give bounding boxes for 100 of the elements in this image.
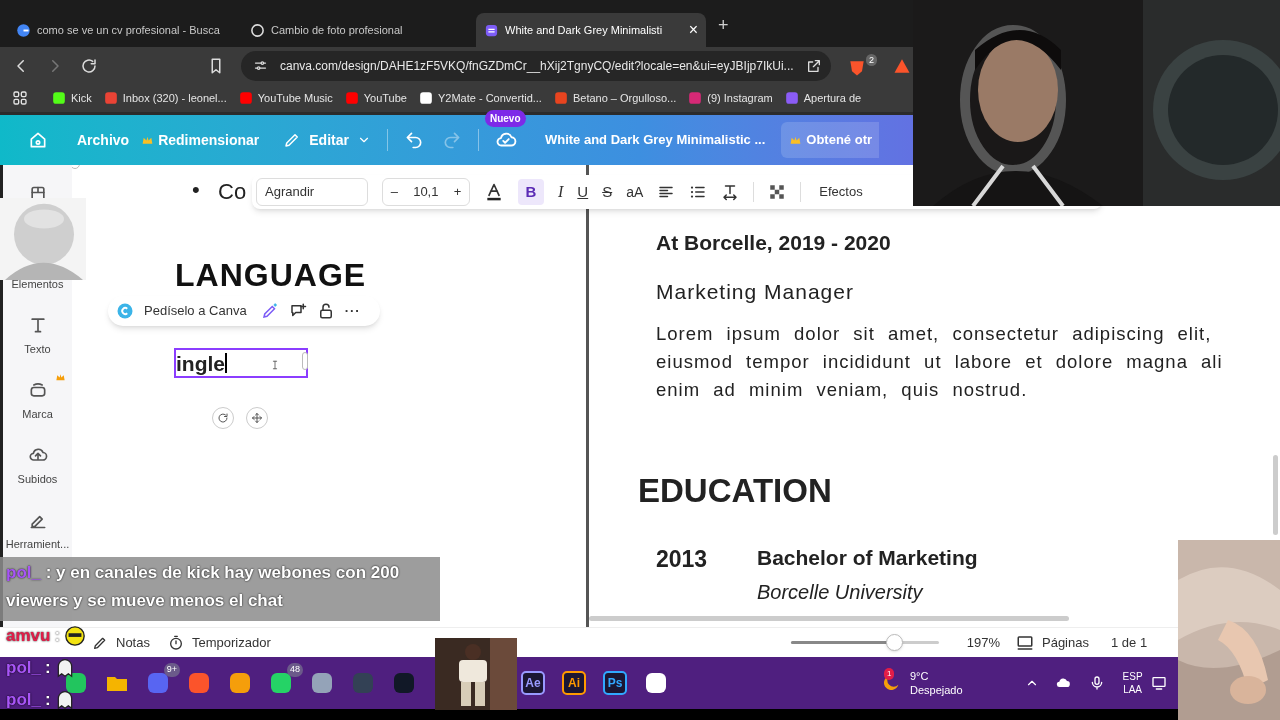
tab-title: como se ve un cv profesional - Busca: [37, 22, 220, 38]
underline-button[interactable]: U: [577, 180, 589, 204]
font-size-control[interactable]: – 10,1 +: [382, 178, 470, 206]
scrollbar[interactable]: [1273, 455, 1278, 535]
badge-count: 48: [287, 663, 303, 677]
paragraph-line: enim ad minim veniam, quis nostrud.: [656, 378, 1029, 402]
slider-thumb[interactable]: [886, 634, 904, 651]
zoom-value: 197%: [966, 633, 1000, 652]
paragraph-line: eiusmod tempor incididunt ut labore et dolore magna ali: [656, 350, 1224, 374]
bookmark-link[interactable]: Kick: [52, 89, 92, 107]
tab-favicon-icon: [16, 22, 31, 38]
italic-button[interactable]: I: [558, 180, 564, 204]
new-tab-button[interactable]: +: [718, 12, 729, 39]
undo-icon[interactable]: [403, 130, 424, 150]
badge-count: 2: [866, 53, 877, 66]
paragraph-line: Lorem ipsum dolor sit amet, consectetur adipiscing elit,: [656, 322, 1213, 346]
scrollbar[interactable]: [589, 616, 1069, 621]
app-icon[interactable]: [269, 671, 293, 695]
chat-separator: :: [44, 689, 51, 711]
sidebar-label[interactable]: Herramient...: [5, 536, 70, 553]
chat-message: pol_ : y en canales de kick hay webones con 200 viewers y se mueve menos el chat: [6, 562, 401, 612]
notes-button[interactable]: Notas: [92, 632, 150, 653]
spacing-icon[interactable]: [721, 183, 740, 201]
bullet-mark: •: [192, 176, 200, 204]
site-settings-icon[interactable]: [253, 58, 268, 73]
share-icon[interactable]: [805, 57, 822, 74]
timer-button[interactable]: Temporizador: [167, 632, 271, 653]
section-heading: EDUCATION: [638, 471, 832, 511]
weather-widget[interactable]: 1 9°C Despejado: [880, 669, 963, 697]
school-name: Borcelle University: [757, 580, 925, 605]
app-icon[interactable]: [64, 671, 88, 695]
address-bar[interactable]: canva.com/design/DAHE1zF5VKQ/fnGZDmCr__hXij2TgnyCQ/edit?locale=en&ui=eyJBIjp7IkUi...: [241, 50, 831, 81]
language-indicator[interactable]: ESP LAA: [1122, 670, 1143, 696]
zoom-slider[interactable]: [790, 634, 939, 651]
editing-text: ingle: [176, 352, 225, 374]
extension-button[interactable]: 2: [847, 53, 877, 78]
more-options-button[interactable]: ···: [344, 301, 361, 321]
app-icon[interactable]: Ps: [603, 671, 627, 695]
pages-button[interactable]: Páginas: [1016, 632, 1089, 653]
bookmark-link[interactable]: YouTube Music: [238, 89, 333, 107]
font-dropdown[interactable]: Agrandir: [256, 178, 368, 206]
section-heading: LANGUAGE: [175, 259, 367, 291]
app-icon[interactable]: Ai: [562, 671, 586, 695]
bookmark-link[interactable]: YouTube: [344, 89, 407, 107]
bookmark-link[interactable]: Apertura de: [784, 89, 862, 107]
tab-title: Cambio de foto profesional: [271, 22, 403, 38]
tab-title: White and Dark Grey Minimalisti: [505, 22, 663, 38]
increase-button[interactable]: +: [453, 182, 462, 202]
resize-handle[interactable]: [302, 352, 308, 370]
close-tab-button[interactable]: ×: [688, 22, 698, 38]
browser-tab[interactable]: como se ve un cv profesional - Busca: [8, 13, 238, 47]
move-handle[interactable]: [246, 407, 268, 429]
weather-text: Despejado: [910, 683, 963, 697]
degree-title: Bachelor of Marketing: [757, 544, 978, 571]
education-year: 2013: [656, 544, 709, 574]
sidebar-label[interactable]: Marca: [22, 406, 53, 423]
new-badge: Nuevo: [484, 110, 526, 127]
letter-case-button[interactable]: aA: [626, 181, 644, 203]
move-icon: [251, 412, 263, 424]
c-logo-icon: [116, 302, 134, 320]
apps-grid-icon[interactable]: [12, 90, 28, 106]
effects-button[interactable]: Efectos: [815, 182, 867, 202]
bookmark-link[interactable]: Y2Mate - Convertid...: [419, 89, 542, 107]
reload-icon[interactable]: [80, 56, 98, 75]
browser-tab[interactable]: Cambio de foto profesional: [242, 13, 472, 47]
rotate-handle[interactable]: [212, 407, 234, 429]
ask-assistant-button[interactable]: Pedíselo a Canva: [144, 301, 247, 321]
body-text: Co: [218, 178, 247, 206]
tab-favicon-icon: [484, 22, 499, 38]
sidebar-label[interactable]: Subidos: [17, 471, 58, 488]
url-text: canva.com/design/DAHE1zF5VKQ/fnGZDmCr__hXij2TgnyCQ/edit?locale=en&ui=eyJBIjp7IkUi...: [280, 57, 794, 75]
chat-username: pol_: [6, 689, 41, 711]
bookmark-link[interactable]: Inbox (320) - leonel...: [103, 89, 227, 107]
bookmark-link[interactable]: (9) Instagram: [688, 89, 773, 107]
chat-separator: :: [44, 657, 51, 679]
sidebar-label[interactable]: Elementos: [11, 276, 64, 293]
bookmark-link[interactable]: Betano – Orgulloso...: [553, 89, 677, 107]
badge-count: 9+: [163, 663, 180, 677]
strikethrough-button[interactable]: S: [602, 180, 613, 204]
chat-username: pol_: [6, 657, 41, 679]
bold-button[interactable]: B: [518, 179, 544, 205]
timer-icon: [167, 634, 184, 651]
font-size-value: 10,1: [413, 183, 439, 202]
app-icon[interactable]: Ae: [521, 671, 545, 695]
badge-count: 1: [884, 668, 895, 680]
job-role: Marketing Manager: [656, 278, 855, 305]
text-cursor: [225, 353, 227, 373]
decrease-button[interactable]: –: [390, 182, 398, 202]
pages-icon: [1016, 633, 1034, 652]
job-heading: At Borcelle, 2019 - 2020: [656, 230, 892, 256]
text-edit-box[interactable]: ingle: [174, 348, 308, 378]
magic-pencil-icon[interactable]: [260, 302, 279, 320]
browser-tab[interactable]: White and Dark Grey Minimalisti ×: [476, 13, 706, 47]
sidebar-label[interactable]: Texto: [24, 341, 51, 358]
temperature-text: 9°C: [910, 669, 930, 683]
transparency-icon[interactable]: [768, 183, 787, 201]
app-icon[interactable]: [644, 671, 668, 695]
text-color-icon[interactable]: [484, 182, 504, 202]
notification-icon[interactable]: [1150, 675, 1167, 691]
chat-username: amvu: [6, 625, 51, 647]
